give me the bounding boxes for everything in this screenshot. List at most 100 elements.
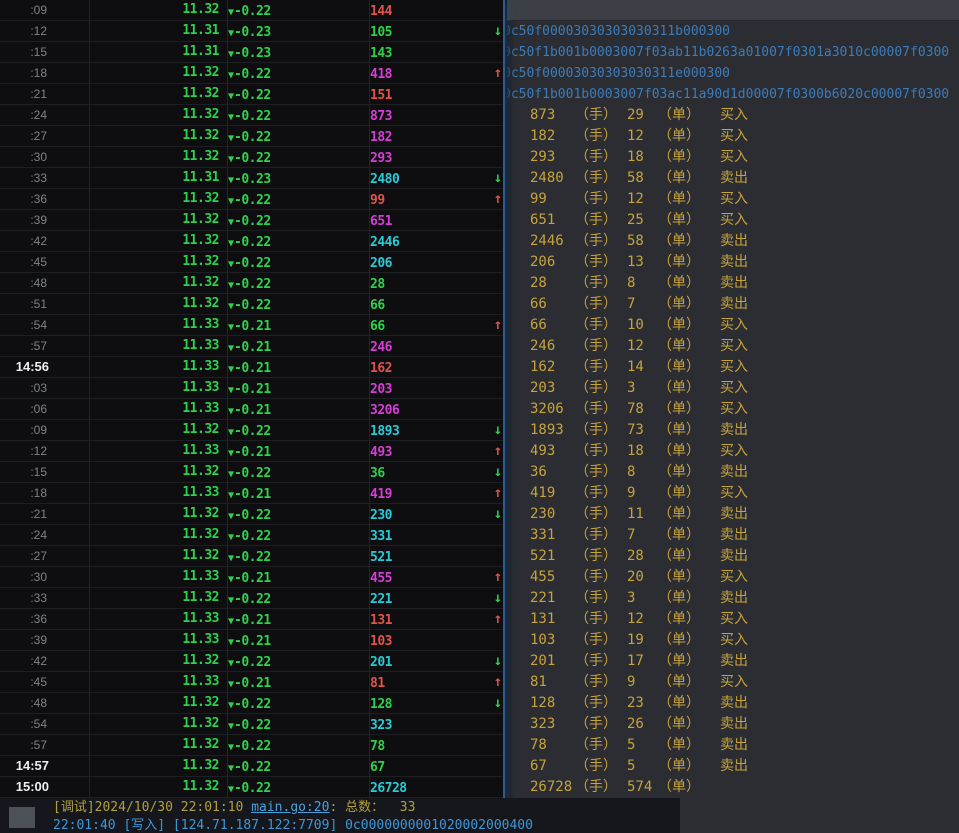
detail-volume: 103 xyxy=(530,630,575,651)
change-value: -0.22 xyxy=(234,739,271,754)
tape-row[interactable]: :2111.32▼-0.22151 xyxy=(0,84,503,105)
tape-row[interactable]: :5711.33▼-0.21246 xyxy=(0,336,503,357)
trade-time: :09 xyxy=(0,0,90,23)
change-value: -0.22 xyxy=(234,592,271,607)
unit-label: （单） xyxy=(658,357,720,378)
hand-label: （手） xyxy=(575,546,627,567)
tape-row[interactable]: :3311.31▼-0.232480↓ xyxy=(0,168,503,189)
volume-cell: 2446 xyxy=(370,231,503,254)
tape-row[interactable]: :4811.32▼-0.2228 xyxy=(0,273,503,294)
change-value: -0.21 xyxy=(234,382,271,397)
tape-row[interactable]: :4211.32▼-0.22201↓ xyxy=(0,651,503,672)
detail-side: 卖出 xyxy=(720,168,959,189)
tape-row[interactable]: :2711.32▼-0.22182 xyxy=(0,126,503,147)
trade-volume: 419 xyxy=(370,487,410,502)
detail-orders: 25 xyxy=(627,210,658,231)
tape-row[interactable]: :0311.33▼-0.21203 xyxy=(0,378,503,399)
tape-row[interactable]: :5711.32▼-0.2278 xyxy=(0,735,503,756)
trade-price: 11.33 xyxy=(90,315,228,338)
volume-cell: 419↑ xyxy=(370,483,503,506)
tape-row[interactable]: :1511.31▼-0.23143 xyxy=(0,42,503,63)
tape-row[interactable]: :2411.32▼-0.22331 xyxy=(0,525,503,546)
hand-label: （手） xyxy=(575,714,627,735)
volume-cell: 293 xyxy=(370,147,503,170)
volume-cell: 103 xyxy=(370,630,503,653)
tape-row[interactable]: :0611.33▼-0.213206 xyxy=(0,399,503,420)
tape-row[interactable]: :0911.32▼-0.221893↓ xyxy=(0,420,503,441)
hand-label: （手） xyxy=(575,273,627,294)
volume-cell: 230↓ xyxy=(370,504,503,527)
trade-change: ▼-0.21 xyxy=(228,672,370,695)
up-arrow-icon: ↑ xyxy=(494,315,502,335)
volume-cell: 3206 xyxy=(370,399,503,422)
trade-price: 11.33 xyxy=(90,441,228,464)
tape-row[interactable]: :1511.32▼-0.2236↓ xyxy=(0,462,503,483)
tape-row[interactable]: :0911.32▼-0.22144 xyxy=(0,0,503,21)
trade-change: ▼-0.22 xyxy=(228,63,370,86)
tape-row[interactable]: :3611.33▼-0.21131↑ xyxy=(0,609,503,630)
tape-row[interactable]: :1211.31▼-0.23105↓ xyxy=(0,21,503,42)
trade-time: :21 xyxy=(0,504,90,527)
main-go-link[interactable]: main.go:20 xyxy=(251,800,329,815)
trade-price: 11.32 xyxy=(90,735,228,758)
hand-label: （手） xyxy=(575,294,627,315)
detail-volume: 66 xyxy=(530,294,575,315)
tape-row[interactable]: :5411.32▼-0.22323 xyxy=(0,714,503,735)
trade-volume: 66 xyxy=(370,298,403,313)
tape-row[interactable]: :3611.32▼-0.2299↑ xyxy=(0,189,503,210)
tape-row[interactable]: :1211.33▼-0.21493↑ xyxy=(0,441,503,462)
volume-cell: 28 xyxy=(370,273,503,296)
trade-detail-row: 26728（手）574（单） xyxy=(530,777,959,798)
trade-change: ▼-0.23 xyxy=(228,21,370,44)
hand-label: （手） xyxy=(575,147,627,168)
trade-change: ▼-0.22 xyxy=(228,546,370,569)
tape-row[interactable]: :1811.32▼-0.22418↑ xyxy=(0,63,503,84)
tape-row[interactable]: :5411.33▼-0.2166↑ xyxy=(0,315,503,336)
trade-time: :18 xyxy=(0,483,90,506)
trade-change: ▼-0.22 xyxy=(228,714,370,737)
tape-row[interactable]: :3011.33▼-0.21455↑ xyxy=(0,567,503,588)
change-value: -0.22 xyxy=(234,130,271,145)
tape-row[interactable]: :4211.32▼-0.222446 xyxy=(0,231,503,252)
tape-row[interactable]: 14:5711.32▼-0.2267 xyxy=(0,756,503,777)
unit-label: （单） xyxy=(658,126,720,147)
change-value: -0.21 xyxy=(234,319,271,334)
tape-row[interactable]: 15:0011.32▼-0.2226728 xyxy=(0,777,503,798)
hand-label: （手） xyxy=(575,399,627,420)
tape-row[interactable]: :4811.32▼-0.22128↓ xyxy=(0,693,503,714)
down-arrow-icon: ↓ xyxy=(494,462,502,482)
trade-change: ▼-0.22 xyxy=(228,735,370,758)
trade-price: 11.32 xyxy=(90,294,228,317)
tape-row[interactable]: :4511.32▼-0.22206 xyxy=(0,252,503,273)
tape-row[interactable]: :4511.33▼-0.2181↑ xyxy=(0,672,503,693)
tape-row[interactable]: :2111.32▼-0.22230↓ xyxy=(0,504,503,525)
volume-cell: 66↑ xyxy=(370,315,503,338)
tape-row[interactable]: :1811.33▼-0.21419↑ xyxy=(0,483,503,504)
tape-row[interactable]: :3911.32▼-0.22651 xyxy=(0,210,503,231)
trade-volume: 26728 xyxy=(370,781,425,796)
tape-row[interactable]: :3011.32▼-0.22293 xyxy=(0,147,503,168)
trade-change: ▼-0.21 xyxy=(228,357,370,380)
tape-row[interactable]: :3311.32▼-0.22221↓ xyxy=(0,588,503,609)
hand-label: （手） xyxy=(575,378,627,399)
unit-label: （单） xyxy=(658,504,720,525)
tape-row[interactable]: 14:5611.33▼-0.21162 xyxy=(0,357,503,378)
hand-label: （手） xyxy=(575,651,627,672)
tape-row[interactable]: :3911.33▼-0.21103 xyxy=(0,630,503,651)
volume-cell: 26728 xyxy=(370,777,503,800)
detail-side: 卖出 xyxy=(720,693,959,714)
trade-detail-row: 203（手）3（单）买入 xyxy=(530,378,959,399)
tape-row[interactable]: :2711.32▼-0.22521 xyxy=(0,546,503,567)
trade-time: :12 xyxy=(0,21,90,44)
up-arrow-icon: ↑ xyxy=(494,672,502,692)
unit-label: （单） xyxy=(658,714,720,735)
trade-detail-row: 162（手）14（单）买入 xyxy=(530,357,959,378)
tape-row[interactable]: :2411.32▼-0.22873 xyxy=(0,105,503,126)
detail-volume: 206 xyxy=(530,252,575,273)
detail-side: 买入 xyxy=(720,672,959,693)
change-value: -0.22 xyxy=(234,88,271,103)
tape-row[interactable]: :5111.32▼-0.2266 xyxy=(0,294,503,315)
trade-change: ▼-0.22 xyxy=(228,588,370,611)
scrollbar-corner[interactable] xyxy=(9,807,35,828)
detail-volume: 455 xyxy=(530,567,575,588)
